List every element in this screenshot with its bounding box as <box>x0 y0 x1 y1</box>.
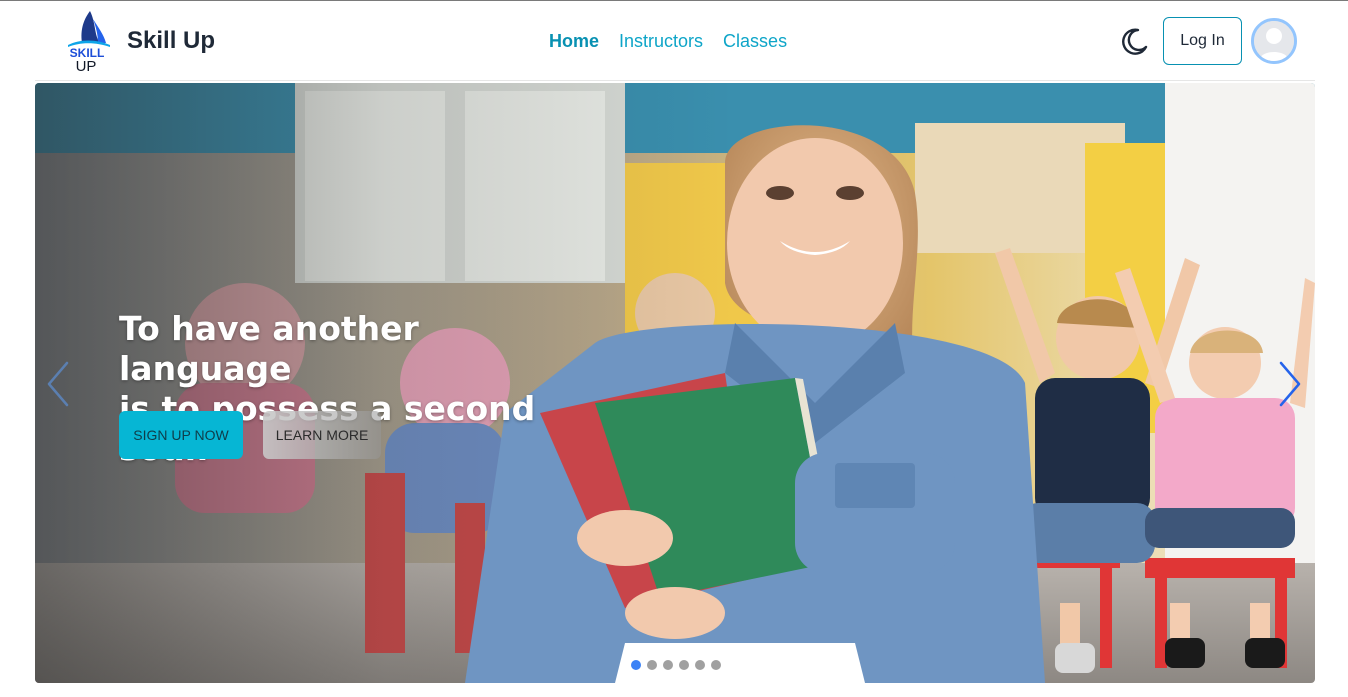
nav-links: Home Instructors Classes <box>549 31 807 52</box>
skill-up-logo: SKILL UP <box>60 9 115 75</box>
navbar: SKILL UP Skill Up Home Instructors Class… <box>35 1 1315 81</box>
svg-text:UP: UP <box>76 58 97 73</box>
user-avatar-icon[interactable] <box>1251 18 1297 64</box>
chevron-left-icon[interactable] <box>43 359 73 409</box>
chevron-right-icon[interactable] <box>1275 359 1305 409</box>
carousel-dot[interactable] <box>711 660 721 670</box>
carousel-indicators <box>631 660 721 670</box>
carousel-dot[interactable] <box>679 660 689 670</box>
sign-up-button[interactable]: SIGN UP NOW <box>119 411 243 459</box>
moon-icon[interactable] <box>1118 25 1150 57</box>
nav-link-home[interactable]: Home <box>549 31 599 52</box>
carousel-dot[interactable] <box>663 660 673 670</box>
nav-link-instructors[interactable]: Instructors <box>619 31 703 52</box>
brand-name: Skill Up <box>127 27 216 54</box>
nav-link-classes[interactable]: Classes <box>723 31 787 52</box>
hero-headline-line1: To have another language <box>119 309 419 388</box>
carousel-dot[interactable] <box>631 660 641 670</box>
hero-cta-row: SIGN UP NOW LEARN MORE <box>119 411 381 459</box>
brand[interactable]: SKILL UP Skill Up <box>60 9 216 75</box>
hero-carousel: To have another language is to possess a… <box>35 83 1315 683</box>
carousel-dot[interactable] <box>695 660 705 670</box>
carousel-dot[interactable] <box>647 660 657 670</box>
login-button[interactable]: Log In <box>1163 17 1242 65</box>
learn-more-button[interactable]: LEARN MORE <box>263 411 381 459</box>
